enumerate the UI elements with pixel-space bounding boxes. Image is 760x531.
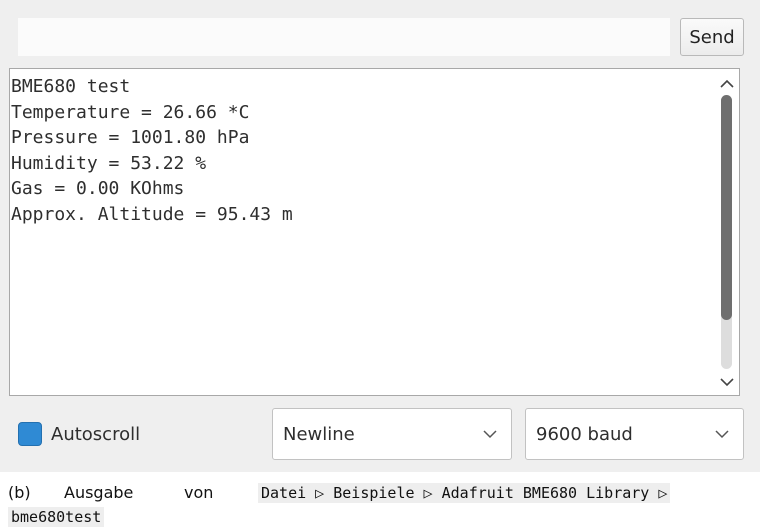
- output-line: Pressure = 1001.80 hPa: [11, 127, 250, 148]
- baud-rate-select[interactable]: 9600 baud: [525, 408, 744, 460]
- checkbox-fill: [22, 426, 38, 442]
- serial-monitor-window: Send BME680 test Temperature = 26.66 *C …: [0, 0, 760, 472]
- serial-output-area[interactable]: BME680 test Temperature = 26.66 *C Press…: [9, 68, 714, 396]
- caption-text: Ausgabe: [64, 483, 134, 502]
- output-line: Temperature = 26.66 *C: [11, 101, 250, 123]
- caption-text: von: [184, 483, 214, 502]
- send-button[interactable]: Send: [680, 18, 744, 56]
- caption-label: (b): [8, 483, 31, 502]
- output-line: Approx. Altitude = 95.43 m: [11, 203, 293, 225]
- scroll-thumb[interactable]: [721, 95, 732, 320]
- sketch-name: bme680test: [8, 507, 105, 527]
- baud-rate-value: 9600 baud: [536, 423, 633, 445]
- output-line: Humidity = 53.22 %: [11, 152, 207, 174]
- chevron-down-icon: [715, 429, 729, 439]
- scroll-up-arrow-icon[interactable]: [714, 73, 739, 95]
- scroll-track[interactable]: [721, 95, 732, 369]
- line-ending-value: Newline: [283, 423, 355, 445]
- autoscroll-label: Autoscroll: [51, 423, 141, 445]
- figure-caption: (b) Ausgabe von Datei ▷ Beispiele ▷ Adaf…: [8, 483, 752, 527]
- output-line: Gas = 0.00 KOhms: [11, 178, 185, 199]
- scroll-down-arrow-icon[interactable]: [714, 371, 739, 393]
- line-ending-select[interactable]: Newline: [272, 408, 512, 460]
- send-input[interactable]: [18, 18, 670, 56]
- autoscroll-checkbox[interactable]: [18, 422, 42, 446]
- output-line: BME680 test: [11, 76, 131, 97]
- vertical-scrollbar[interactable]: [714, 68, 740, 396]
- chevron-down-icon: [483, 429, 497, 439]
- menu-path: Datei ▷ Beispiele ▷ Adafruit BME680 Libr…: [258, 483, 671, 503]
- autoscroll-toggle[interactable]: Autoscroll: [18, 419, 140, 449]
